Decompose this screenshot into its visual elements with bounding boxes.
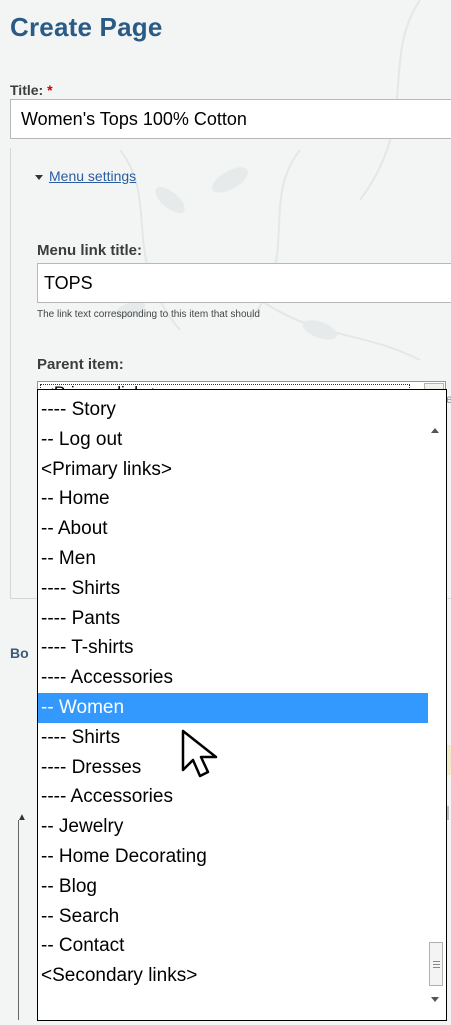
dropdown-option-highlighted[interactable]: -- Women — [38, 692, 428, 723]
body-textarea-edge — [18, 820, 19, 1020]
dropdown-option[interactable]: -- Contact — [38, 931, 428, 961]
dropdown-option[interactable]: -- Search — [38, 902, 428, 932]
dropdown-option[interactable]: -- Blog — [38, 872, 428, 902]
dropdown-option[interactable]: -- Home — [38, 484, 428, 514]
dropdown-option[interactable]: -- Jewelry — [38, 812, 428, 842]
menu-link-help-text: The link text corresponding to this item… — [37, 309, 260, 320]
dropdown-option[interactable]: ---- T-shirts — [38, 633, 428, 663]
page-title: Create Page — [10, 12, 163, 42]
grip-line — [433, 961, 440, 962]
menu-link-title-input[interactable] — [37, 263, 451, 303]
dropdown-option[interactable]: -- Log out — [38, 425, 428, 455]
triangle-down-icon — [35, 174, 43, 180]
dropdown-option[interactable]: ---- Accessories — [38, 663, 428, 693]
title-input[interactable] — [10, 99, 451, 139]
dropdown-option[interactable]: -- Home Decorating — [38, 842, 428, 872]
grip-line — [433, 967, 440, 968]
dropdown-option[interactable]: <Primary links> — [38, 455, 428, 485]
title-label-text: Title: — [10, 82, 44, 98]
required-mark: * — [47, 82, 53, 98]
parent-item-dropdown-list[interactable]: ---- Story -- Log out <Primary links> --… — [37, 389, 447, 1021]
dropdown-option[interactable]: <Secondary links> — [38, 961, 428, 991]
dropdown-options: ---- Story -- Log out <Primary links> --… — [38, 395, 428, 991]
dropdown-scrollbar[interactable] — [428, 390, 446, 1020]
mouse-pointer-icon — [181, 729, 218, 778]
menu-link-title-label: Menu link title: — [37, 242, 142, 259]
grip-line — [433, 964, 440, 965]
dropdown-option[interactable]: ---- Pants — [38, 604, 428, 634]
scrollbar-thumb[interactable] — [429, 942, 443, 986]
dropdown-option[interactable]: ---- Story — [38, 395, 428, 425]
scroll-up-icon[interactable] — [431, 428, 439, 433]
parent-item-label: Parent item: — [37, 356, 124, 373]
dropdown-option[interactable]: ---- Dresses — [38, 753, 428, 783]
dropdown-option[interactable]: -- About — [38, 514, 428, 544]
dropdown-option[interactable]: -- Men — [38, 544, 428, 574]
scroll-down-icon[interactable] — [431, 997, 439, 1002]
dropdown-option[interactable]: ---- Shirts — [38, 574, 428, 604]
menu-settings-toggle[interactable]: Menu settings — [35, 168, 136, 184]
dropdown-option[interactable]: ---- Shirts — [38, 723, 428, 753]
menu-settings-link[interactable]: Menu settings — [49, 168, 136, 184]
dropdown-option[interactable]: ---- Accessories — [38, 782, 428, 812]
body-label-partial: Bo — [10, 645, 29, 661]
title-label: Title: * — [10, 82, 53, 98]
